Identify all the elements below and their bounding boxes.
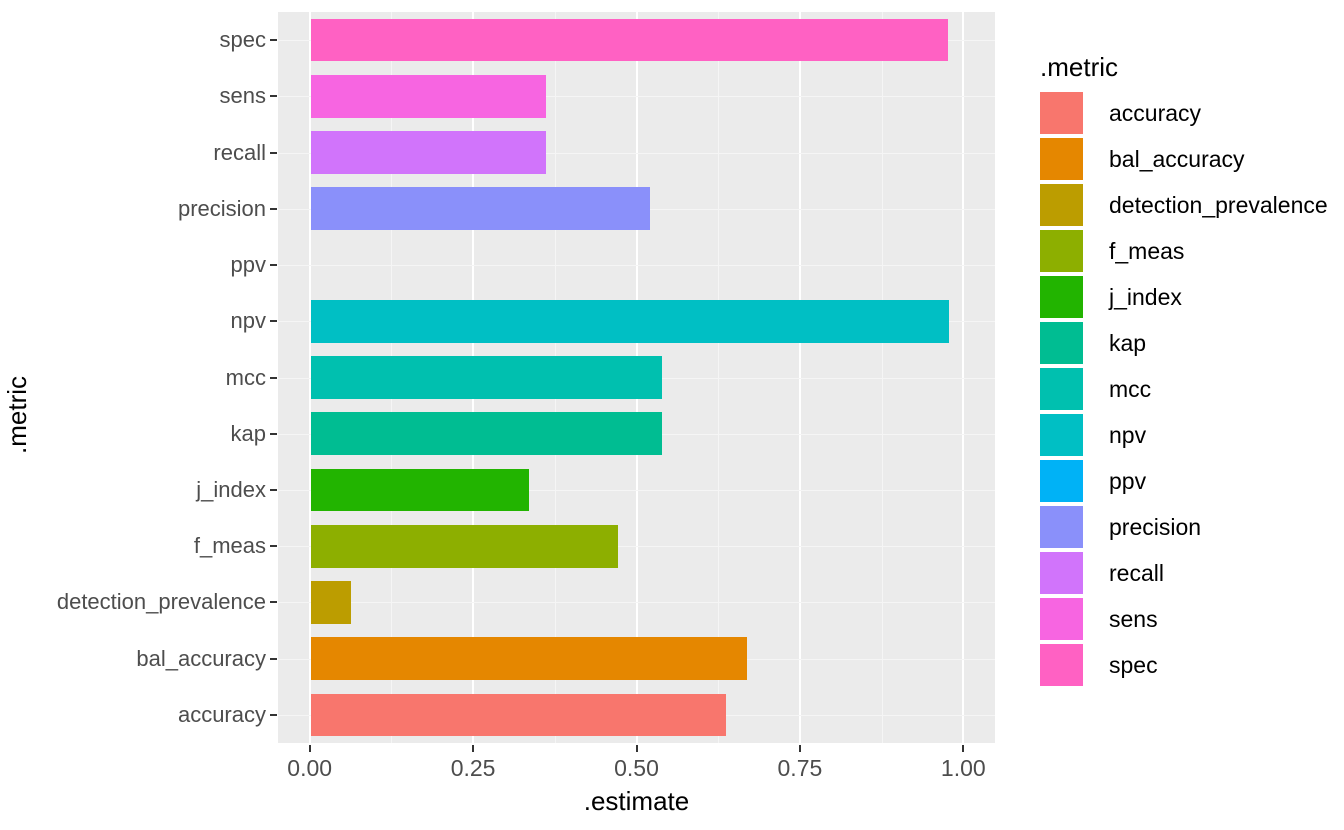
x-axis-tick-label-0.00: 0.00	[287, 755, 333, 781]
legend-label-bal_accuracy: bal_accuracy	[1109, 145, 1245, 172]
y-axis-tick-label-kap: kap	[230, 420, 266, 446]
legend-items: accuracy bal_accuracy detection_prevalence…	[1028, 90, 1344, 688]
y-axis-tick-mark	[270, 39, 277, 42]
legend-label-detection_prevalence: detection_prevalence	[1109, 191, 1328, 218]
legend-key-swatch-j_index	[1040, 276, 1083, 318]
x-axis-tick-mark	[308, 745, 311, 752]
y-axis-tick-label-f_meas: f_meas	[193, 533, 266, 559]
legend-item-sens: sens	[1028, 596, 1344, 642]
bar-f_meas	[311, 524, 618, 568]
legend-label-spec: spec	[1109, 651, 1158, 678]
y-axis-tick-mark	[270, 95, 277, 98]
legend-key-swatch-kap	[1040, 322, 1083, 364]
legend-key-swatch-ppv	[1040, 460, 1083, 502]
legend-label-precision: precision	[1109, 513, 1202, 540]
legend-title: .metric	[1040, 52, 1118, 82]
legend-label-mcc: mcc	[1109, 375, 1152, 402]
bar-sens	[311, 74, 547, 118]
y-axis-tick-mark	[270, 713, 277, 716]
legend-item-f_meas: f_meas	[1028, 228, 1344, 274]
bar-recall	[311, 131, 547, 174]
y-axis-tick-mark	[270, 601, 277, 604]
x-axis-tick-label-0.75: 0.75	[777, 755, 823, 781]
bar-spec	[311, 18, 948, 62]
y-axis-tick-label-ppv: ppv	[230, 252, 266, 278]
x-axis-tick-label-1.00: 1.00	[940, 755, 986, 781]
x-axis-tick-mark	[962, 745, 965, 752]
legend-key-swatch-accuracy	[1040, 92, 1083, 134]
y-axis-tick-label-sens: sens	[219, 83, 266, 109]
bar-precision	[311, 187, 651, 231]
legend-label-sens: sens	[1109, 605, 1158, 632]
legend-item-accuracy: accuracy	[1028, 90, 1344, 136]
y-axis-tick-label-bal_accuracy: bal_accuracy	[136, 645, 266, 671]
legend-item-recall: recall	[1028, 550, 1344, 596]
legend-item-precision: precision	[1028, 504, 1344, 550]
y-axis-tick-label-npv: npv	[230, 308, 266, 334]
x-axis-tick-label-0.50: 0.50	[614, 755, 659, 781]
legend-label-ppv: ppv	[1109, 467, 1147, 494]
legend-key-swatch-detection_prevalence	[1040, 184, 1083, 226]
y-axis-tick-label-j_index: j_index	[196, 476, 266, 502]
legend-item-j_index: j_index	[1028, 274, 1344, 320]
y-axis-title: .metric	[1, 376, 32, 454]
legend-item-spec: spec	[1028, 642, 1344, 688]
x-axis-tick-mark	[635, 745, 638, 752]
x-axis-tick-mark	[798, 745, 801, 752]
legend-key-swatch-precision	[1040, 506, 1083, 548]
legend-label-recall: recall	[1109, 559, 1164, 586]
bar-detection_prevalence	[311, 581, 351, 624]
y-axis-tick-label-detection_prevalence: detection_prevalence	[56, 589, 266, 615]
legend-key-swatch-f_meas	[1040, 230, 1083, 272]
bars-layer	[278, 12, 995, 743]
x-axis-tick-mark	[472, 745, 475, 752]
y-axis-tick-label-mcc: mcc	[225, 364, 266, 390]
legend-key-swatch-sens	[1040, 598, 1083, 640]
legend-key-swatch-mcc	[1040, 368, 1083, 410]
legend-key-swatch-npv	[1040, 414, 1083, 456]
legend-key-swatch-recall	[1040, 552, 1083, 594]
legend-key-swatch-spec	[1040, 644, 1083, 686]
x-axis-tick-label-0.25: 0.25	[450, 755, 496, 781]
legend: .metric accuracy bal_accuracy detection_pr…	[1028, 54, 1344, 688]
legend-item-kap: kap	[1028, 320, 1344, 366]
y-axis-tick-mark	[270, 488, 277, 491]
legend-item-npv: npv	[1028, 412, 1344, 458]
y-axis-tick-label-recall: recall	[213, 139, 266, 165]
legend-label-npv: npv	[1109, 421, 1147, 448]
bar-kap	[311, 412, 662, 456]
bar-j_index	[311, 468, 529, 512]
legend-label-kap: kap	[1109, 329, 1147, 356]
legend-label-f_meas: f_meas	[1109, 237, 1185, 264]
bar-mcc	[311, 356, 662, 399]
ggplot-bar-chart: .metric spec sens recall precision ppv npv mcc…	[0, 0, 1344, 830]
x-axis-title: .estimate	[583, 786, 690, 816]
y-axis-tick-mark	[270, 657, 277, 660]
y-axis-tick-mark	[270, 545, 277, 548]
y-axis-tick-label-precision: precision	[177, 195, 266, 221]
legend-label-j_index: j_index	[1109, 283, 1182, 310]
legend-item-detection_prevalence: detection_prevalence	[1028, 182, 1344, 228]
y-axis-tick-mark	[270, 376, 277, 379]
legend-label-accuracy: accuracy	[1109, 99, 1202, 126]
y-axis-tick-mark	[270, 264, 277, 267]
bar-accuracy	[311, 693, 727, 737]
y-axis-tick-mark	[270, 320, 277, 323]
bar-npv	[311, 299, 949, 343]
y-axis-tick-mark	[270, 207, 277, 210]
y-axis-tick-mark	[270, 432, 277, 435]
bar-bal_accuracy	[311, 637, 747, 681]
plot-panel	[278, 12, 995, 743]
legend-item-bal_accuracy: bal_accuracy	[1028, 136, 1344, 182]
y-axis-tick-mark	[270, 151, 277, 154]
y-axis-tick-label-spec: spec	[219, 27, 266, 53]
legend-item-ppv: ppv	[1028, 458, 1344, 504]
y-axis-tick-label-accuracy: accuracy	[177, 701, 266, 727]
legend-item-mcc: mcc	[1028, 366, 1344, 412]
legend-key-swatch-bal_accuracy	[1040, 138, 1083, 180]
